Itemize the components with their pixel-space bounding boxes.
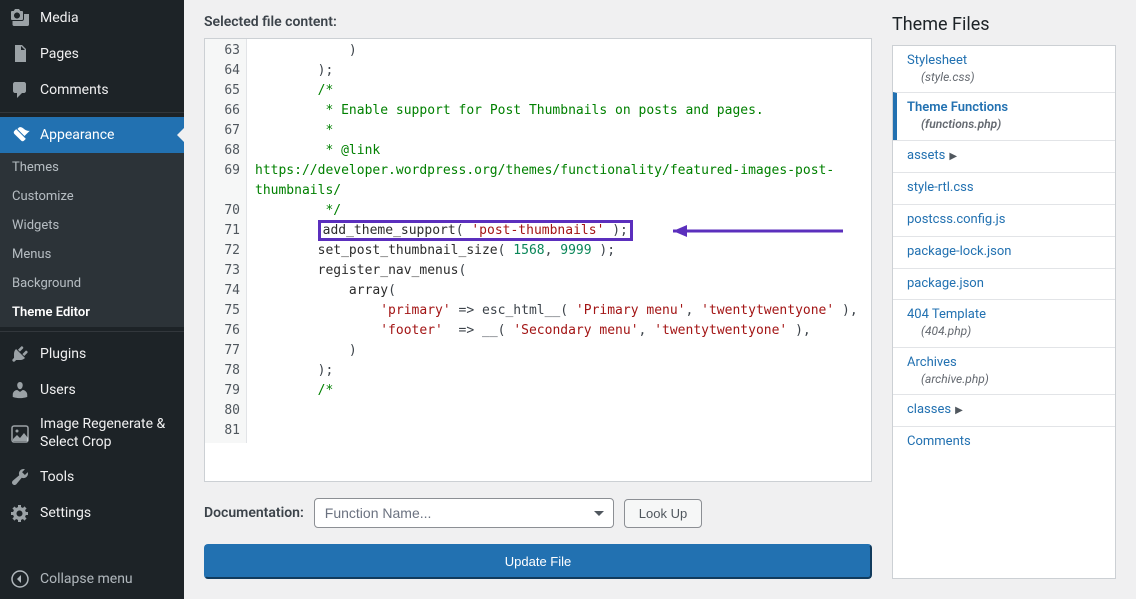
file-item[interactable]: Theme Functions (functions.php): [893, 92, 1115, 139]
menu-item-settings[interactable]: Settings: [0, 495, 184, 531]
documentation-row: Documentation: Function Name... Look Up: [204, 498, 872, 528]
code-editor[interactable]: 63646566676869 707172737475767778798081 …: [204, 38, 872, 482]
menu-label: Media: [40, 10, 79, 26]
theme-files-list[interactable]: Stylesheet (style.css) Theme Functions (fun…: [892, 45, 1116, 579]
theme-files-column: Theme Files Stylesheet (style.css) Theme F…: [892, 14, 1116, 579]
code-lines: ) ); /* * Enable support for Post Thumbn…: [205, 39, 871, 403]
submenu-theme-editor[interactable]: Theme Editor: [0, 298, 184, 327]
menu-item-tools[interactable]: Tools: [0, 459, 184, 495]
main-content: Selected file content: 63646566676869 70…: [184, 0, 1136, 599]
file-item[interactable]: 404 Template (404.php): [893, 299, 1115, 346]
submenu-widgets[interactable]: Widgets: [0, 211, 184, 240]
menu-separator: [0, 331, 184, 332]
collapse-menu[interactable]: Collapse menu: [0, 559, 184, 599]
menu-label: Pages: [40, 46, 79, 62]
collapse-label: Collapse menu: [40, 571, 133, 587]
appearance-submenu: Themes Customize Widgets Menus Backgroun…: [0, 153, 184, 327]
submenu-customize[interactable]: Customize: [0, 182, 184, 211]
submenu-menus[interactable]: Menus: [0, 240, 184, 269]
file-item[interactable]: Archives (archive.php): [893, 347, 1115, 394]
function-select[interactable]: Function Name...: [314, 498, 614, 528]
file-label: Stylesheet: [907, 53, 967, 68]
file-label: postcss.config.js: [907, 212, 1005, 227]
menu-item-comments[interactable]: Comments: [0, 72, 184, 108]
menu-label: Image Regenerate & Select Crop: [40, 416, 174, 451]
settings-icon: [10, 503, 30, 523]
menu-label: Users: [40, 382, 76, 398]
menu-label: Comments: [40, 82, 109, 98]
file-item[interactable]: assets ▶: [893, 140, 1115, 172]
file-item[interactable]: Comments: [893, 426, 1115, 458]
file-meta: (404.php): [907, 324, 1103, 340]
menu-item-plugins[interactable]: Plugins: [0, 336, 184, 372]
file-item[interactable]: style-rtl.css: [893, 172, 1115, 204]
appearance-icon: [10, 125, 30, 145]
users-icon: [10, 380, 30, 400]
menu-separator: [0, 112, 184, 113]
menu-item-image-regen[interactable]: Image Regenerate & Select Crop: [0, 408, 184, 459]
menu-label: Plugins: [40, 346, 86, 362]
file-item[interactable]: package.json: [893, 268, 1115, 300]
file-label: package-lock.json: [907, 244, 1011, 259]
file-label: package.json: [907, 276, 984, 291]
submenu-background[interactable]: Background: [0, 269, 184, 298]
update-file-button[interactable]: Update File: [204, 544, 872, 579]
file-item[interactable]: classes ▶: [893, 394, 1115, 426]
file-item[interactable]: postcss.config.js: [893, 204, 1115, 236]
menu-label: Settings: [40, 505, 91, 521]
submenu-themes[interactable]: Themes: [0, 153, 184, 182]
file-label: Comments: [907, 434, 971, 449]
line-gutter: 63646566676869 707172737475767778798081: [205, 39, 247, 443]
menu-item-appearance[interactable]: Appearance: [0, 117, 184, 153]
menu-label: Tools: [40, 469, 74, 485]
menu-item-pages[interactable]: Pages: [0, 36, 184, 72]
plugins-icon: [10, 344, 30, 364]
file-item[interactable]: Stylesheet (style.css): [893, 46, 1115, 92]
highlight-arrow-icon: [653, 225, 843, 237]
editor-column: Selected file content: 63646566676869 70…: [204, 14, 872, 579]
admin-sidebar: Media Pages Comments Appearance Themes C…: [0, 0, 184, 599]
collapse-icon: [10, 569, 30, 589]
file-meta: (archive.php): [907, 372, 1103, 388]
file-item[interactable]: package-lock.json: [893, 236, 1115, 268]
file-meta: (functions.php): [907, 117, 1103, 133]
chevron-right-icon: ▶: [949, 151, 957, 162]
theme-files-title: Theme Files: [892, 14, 1116, 35]
function-select-wrap: Function Name...: [314, 498, 614, 528]
pages-icon: [10, 44, 30, 64]
media-icon: [10, 8, 30, 28]
image-regen-icon: [10, 424, 30, 444]
comments-icon: [10, 80, 30, 100]
documentation-label: Documentation:: [204, 505, 304, 521]
chevron-right-icon: ▶: [955, 405, 963, 416]
file-label: 404 Template: [907, 307, 986, 322]
file-label: Archives: [907, 355, 957, 370]
file-label: style-rtl.css: [907, 180, 974, 195]
editor-heading: Selected file content:: [204, 14, 872, 30]
file-label: Theme Functions: [907, 100, 1008, 115]
menu-label: Appearance: [40, 127, 114, 143]
menu-item-users[interactable]: Users: [0, 372, 184, 408]
file-meta: (style.css): [907, 70, 1103, 86]
lookup-button[interactable]: Look Up: [624, 499, 702, 528]
file-label: classes: [907, 402, 951, 417]
file-label: assets: [907, 148, 945, 163]
tools-icon: [10, 467, 30, 487]
menu-item-media[interactable]: Media: [0, 0, 184, 36]
